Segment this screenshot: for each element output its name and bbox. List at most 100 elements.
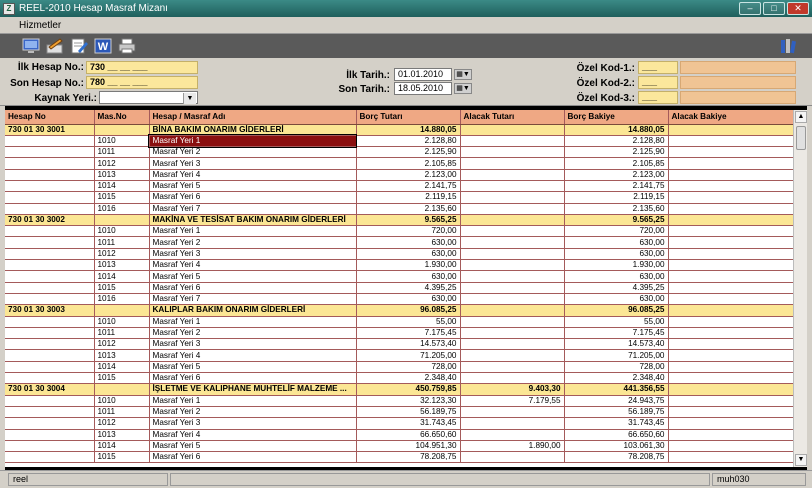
ilk-hesap-input[interactable]: 730 __ __ ___ bbox=[86, 61, 198, 74]
cell-borc[interactable]: 7.175,45 bbox=[356, 327, 461, 340]
cell-alacak-bakiye[interactable] bbox=[668, 383, 793, 396]
cell-borc[interactable]: 14.573,40 bbox=[356, 338, 461, 351]
cell-borc[interactable]: 104.951,30 bbox=[356, 440, 461, 453]
cell-hesap-no[interactable] bbox=[5, 338, 95, 351]
cell-alacak-bakiye[interactable] bbox=[668, 440, 793, 453]
cell-ad[interactable]: Masraf Yeri 4 bbox=[149, 429, 357, 441]
col-header-alacak-bakiye[interactable]: Alacak Bakiye bbox=[668, 110, 793, 125]
cell-borc-bakiye[interactable]: 441.356,55 bbox=[564, 383, 669, 396]
table-row[interactable]: 1015 Masraf Yeri 6 2.119,15 2.119,15 bbox=[5, 191, 793, 204]
cell-borc[interactable]: 630,00 bbox=[356, 270, 461, 283]
cell-borc-bakiye[interactable]: 630,00 bbox=[564, 270, 669, 283]
cell-mas-no[interactable] bbox=[94, 383, 150, 396]
cell-borc[interactable]: 2.348,40 bbox=[356, 372, 461, 385]
cell-borc-bakiye[interactable]: 14.880,05 bbox=[564, 124, 669, 136]
scroll-down-icon[interactable]: ▼ bbox=[795, 454, 807, 466]
cell-alacak-bakiye[interactable] bbox=[668, 327, 793, 340]
cell-mas-no[interactable]: 1011 bbox=[94, 327, 150, 340]
calendar-dropdown-icon[interactable]: ▦▼ bbox=[454, 69, 472, 80]
cell-borc[interactable]: 720,00 bbox=[356, 225, 461, 238]
scroll-up-icon[interactable]: ▲ bbox=[795, 111, 807, 123]
group-row[interactable]: 730 01 30 3001 BİNA BAKIM ONARIM GİDERLER… bbox=[5, 124, 793, 136]
cell-ad[interactable]: Masraf Yeri 6 bbox=[149, 451, 357, 464]
edit-doc-icon[interactable] bbox=[68, 36, 90, 56]
cell-mas-no[interactable]: 1013 bbox=[94, 429, 150, 441]
cell-borc[interactable]: 71.205,00 bbox=[356, 349, 461, 362]
cell-alacak-bakiye[interactable] bbox=[668, 236, 793, 249]
cell-alacak-bakiye[interactable] bbox=[668, 180, 793, 193]
cell-alacak-bakiye[interactable] bbox=[668, 361, 793, 374]
son-tarih-input[interactable]: 18.05.2010 bbox=[394, 82, 452, 95]
cell-alacak[interactable] bbox=[460, 270, 565, 283]
cell-hesap-no[interactable] bbox=[5, 282, 95, 294]
table-row[interactable]: 1012 Masraf Yeri 3 630,00 630,00 bbox=[5, 248, 793, 261]
cell-hesap-no[interactable] bbox=[5, 451, 95, 464]
cell-alacak[interactable] bbox=[460, 214, 565, 227]
cell-hesap-no[interactable] bbox=[5, 203, 95, 215]
table-row[interactable]: 1012 Masraf Yeri 3 31.743,45 31.743,45 bbox=[5, 417, 793, 430]
cell-borc[interactable]: 4.395,25 bbox=[356, 282, 461, 294]
cell-alacak-bakiye[interactable] bbox=[668, 429, 793, 441]
cell-borc-bakiye[interactable]: 1.930,00 bbox=[564, 259, 669, 272]
group-row[interactable]: 730 01 30 3004 İŞLETME VE KALIPHANE MUHTE… bbox=[5, 383, 793, 396]
cell-alacak[interactable] bbox=[460, 203, 565, 215]
table-row[interactable]: 1015 Masraf Yeri 6 4.395,25 4.395,25 bbox=[5, 282, 793, 294]
cell-borc[interactable]: 2.105,85 bbox=[356, 157, 461, 170]
cell-borc[interactable]: 66.650,60 bbox=[356, 429, 461, 441]
cell-borc[interactable]: 32.123,30 bbox=[356, 395, 461, 407]
cell-hesap-no[interactable] bbox=[5, 135, 95, 148]
cell-alacak-bakiye[interactable] bbox=[668, 293, 793, 306]
cell-alacak-bakiye[interactable] bbox=[668, 282, 793, 294]
cell-mas-no[interactable]: 1014 bbox=[94, 270, 150, 283]
cell-alacak[interactable] bbox=[460, 429, 565, 441]
cell-alacak[interactable] bbox=[460, 236, 565, 249]
cell-alacak-bakiye[interactable] bbox=[668, 248, 793, 261]
cell-alacak-bakiye[interactable] bbox=[668, 124, 793, 136]
cell-alacak[interactable] bbox=[460, 225, 565, 238]
cell-alacak[interactable] bbox=[460, 327, 565, 340]
cell-mas-no[interactable]: 1013 bbox=[94, 259, 150, 272]
cell-borc[interactable]: 2.123,00 bbox=[356, 169, 461, 181]
cell-alacak-bakiye[interactable] bbox=[668, 169, 793, 181]
cell-borc-bakiye[interactable]: 14.573,40 bbox=[564, 338, 669, 351]
table-row[interactable]: 1010 Masraf Yeri 1 55,00 55,00 bbox=[5, 316, 793, 328]
cell-alacak-bakiye[interactable] bbox=[668, 304, 793, 317]
cell-alacak[interactable] bbox=[460, 316, 565, 328]
cell-borc-bakiye[interactable]: 7.175,45 bbox=[564, 327, 669, 340]
cell-mas-no[interactable]: 1016 bbox=[94, 293, 150, 306]
cell-mas-no[interactable]: 1012 bbox=[94, 338, 150, 351]
cell-mas-no[interactable]: 1014 bbox=[94, 180, 150, 193]
cell-hesap-no[interactable]: 730 01 30 3003 bbox=[5, 304, 95, 317]
table-row[interactable]: 1010 Masraf Yeri 1 720,00 720,00 bbox=[5, 225, 793, 238]
cell-alacak-bakiye[interactable] bbox=[668, 270, 793, 283]
col-header-ad[interactable]: Hesap / Masraf Adı bbox=[149, 110, 357, 125]
cell-alacak-bakiye[interactable] bbox=[668, 214, 793, 227]
cell-hesap-no[interactable] bbox=[5, 327, 95, 340]
data-grid[interactable]: Hesap No Mas.No Hesap / Masraf Adı Borç … bbox=[5, 110, 793, 467]
cell-borc-bakiye[interactable]: 2.119,15 bbox=[564, 191, 669, 204]
cell-borc-bakiye[interactable]: 2.125,90 bbox=[564, 146, 669, 159]
cell-borc-bakiye[interactable]: 2.348,40 bbox=[564, 372, 669, 385]
word-icon[interactable]: W bbox=[92, 36, 114, 56]
cell-alacak-bakiye[interactable] bbox=[668, 372, 793, 385]
table-row[interactable]: 1015 Masraf Yeri 6 2.348,40 2.348,40 bbox=[5, 372, 793, 385]
cell-borc[interactable]: 450.759,85 bbox=[356, 383, 461, 396]
cell-ad[interactable]: İŞLETME VE KALIPHANE MUHTELİF MALZEME ..… bbox=[149, 383, 357, 396]
cell-alacak-bakiye[interactable] bbox=[668, 157, 793, 170]
cell-borc-bakiye[interactable]: 630,00 bbox=[564, 248, 669, 261]
cell-alacak[interactable]: 9.403,30 bbox=[460, 383, 565, 396]
cell-alacak[interactable] bbox=[460, 451, 565, 464]
cell-borc[interactable]: 14.880,05 bbox=[356, 124, 461, 136]
table-row[interactable]: 1011 Masraf Yeri 2 630,00 630,00 bbox=[5, 236, 793, 249]
table-row[interactable]: 1010 Masraf Yeri 1 32.123,30 7.179,55 24.943… bbox=[5, 395, 793, 407]
cell-ad[interactable]: Masraf Yeri 6 bbox=[149, 282, 357, 294]
cell-alacak[interactable] bbox=[460, 169, 565, 181]
cell-alacak[interactable] bbox=[460, 338, 565, 351]
cell-mas-no[interactable]: 1016 bbox=[94, 203, 150, 215]
table-row[interactable]: 1016 Masraf Yeri 7 2.135,60 2.135,60 bbox=[5, 203, 793, 215]
cell-hesap-no[interactable] bbox=[5, 349, 95, 362]
cell-borc[interactable]: 55,00 bbox=[356, 316, 461, 328]
cell-borc-bakiye[interactable]: 9.565,25 bbox=[564, 214, 669, 227]
ozel-kod-3-input[interactable]: ___ bbox=[638, 91, 678, 104]
cell-borc-bakiye[interactable]: 78.208,75 bbox=[564, 451, 669, 464]
